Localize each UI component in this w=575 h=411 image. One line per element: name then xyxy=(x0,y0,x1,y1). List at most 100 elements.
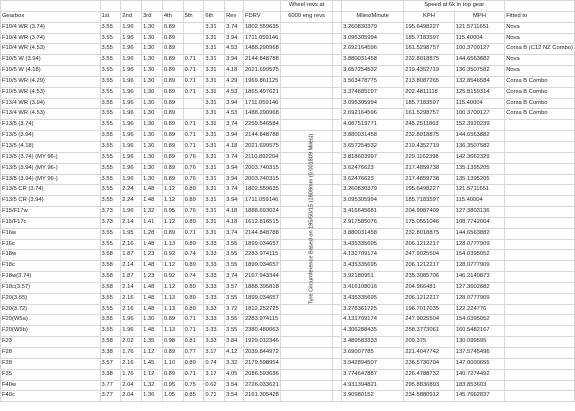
table-row: F13/4 WR (3.94) 3.55 1.96 1.30 0.89 3.31 3.94 1… xyxy=(0,97,575,110)
table-row: F10/4 WR (4.53) 3.55 1.96 1.30 0.89 3.31 4.53 1… xyxy=(0,43,575,56)
gap-cell xyxy=(332,292,343,305)
third-cell: 1.32 xyxy=(141,206,163,218)
table-row: F10/5 W (3.94) 3.55 1.96 1.30 0.89 0.71 3.31 3.… xyxy=(0,54,575,67)
third-cell: 1.30 xyxy=(141,130,163,142)
fourth-cell: 0.95 xyxy=(161,379,184,392)
kph-cell: 258.3773061 xyxy=(403,325,455,338)
sixth-cell: 3.17 xyxy=(203,368,226,381)
fifth-cell: 0.85 xyxy=(182,390,205,403)
fdrv-cell: 1899.034657 xyxy=(242,238,281,251)
mph-cell: 100.3700127 xyxy=(453,43,506,56)
fdrv-cell: 2726.033621 xyxy=(242,379,281,392)
sixth-cell: 3.31 xyxy=(203,173,226,186)
table-row: F20(W5b) 3.55 1.96 1.48 1.13 0.71 3.33 3.55 2380… xyxy=(0,325,575,338)
gearbox-cell: F10/4 WR (4.53) xyxy=(0,43,101,56)
miles-per-minute-cell: 3.818603997 xyxy=(341,151,405,164)
sixth-cell: 3.31 xyxy=(203,65,226,77)
fifth-cell: 0.76 xyxy=(182,173,205,186)
fourth-cell: 0.89 xyxy=(161,65,184,77)
fdrv-cell: 2161.305428 xyxy=(242,390,281,403)
mph-cell: 146.2149873 xyxy=(453,271,506,283)
mph-cell: 121.5711651 xyxy=(453,184,506,197)
kph-cell: 226.4788732 xyxy=(403,368,455,381)
wheel-revs-cell xyxy=(279,238,334,251)
gap-cell xyxy=(332,281,343,294)
gap-cell xyxy=(332,86,343,99)
wheel-revs-cell xyxy=(279,151,334,164)
sixth-cell: 3.31 xyxy=(203,206,226,218)
fitted-to-cell xyxy=(504,368,575,381)
kph-cell: 195.6498227 xyxy=(403,21,455,34)
wheel-revs-cell xyxy=(279,314,334,327)
gearbox-cell: F13/5 (4.18) xyxy=(0,140,101,153)
fourth-cell: 0.89 xyxy=(161,347,184,359)
table-row: F10/5 WR (4.53) 3.55 1.96 1.30 0.89 0.71 3.31 4… xyxy=(0,86,575,99)
kph-cell: 219.4352719 xyxy=(403,140,455,153)
fifth-cell xyxy=(182,97,205,110)
miles-per-minute-cell: 3.880031458 xyxy=(341,227,405,240)
fourth-cell: 1.13 xyxy=(161,303,184,316)
first-cell: 3.58 xyxy=(99,260,122,273)
kph-cell: 219.4352719 xyxy=(403,65,455,77)
gap-cell xyxy=(332,97,343,110)
fourth-cell: 0.89 xyxy=(161,162,184,175)
mph-cell: 100.3700127 xyxy=(453,108,506,121)
gearbox-cell: F28 xyxy=(0,357,101,370)
first-cell: 3.55 xyxy=(99,162,122,175)
gap-cell xyxy=(332,357,343,370)
wheel-revs-cell xyxy=(279,336,334,348)
fourth-cell: 1.10 xyxy=(161,357,184,370)
sixth-cell: 3.31 xyxy=(203,108,226,121)
sixth-cell: 3.31 xyxy=(203,86,226,99)
fdrv-cell: 1802.559635 xyxy=(242,21,281,34)
reverse-cell: 3.74 xyxy=(224,21,244,34)
miles-per-minute-cell: 3.657254532 xyxy=(341,140,405,153)
fdrv-cell: 1899.034657 xyxy=(242,260,281,273)
mph-cell: 128.0777909 xyxy=(453,292,506,305)
kph-cell: 295.8836893 xyxy=(403,379,455,392)
fitted-to-cell xyxy=(504,249,575,262)
fourth-cell: 1.12 xyxy=(161,184,184,197)
fdrv-cell: 1711.059146 xyxy=(242,32,281,45)
third-cell: 1.48 xyxy=(141,184,163,197)
third-cell: 1.48 xyxy=(141,292,163,305)
wheel-revs-cell xyxy=(279,32,334,45)
miles-per-minute-cell: 3.416108016 xyxy=(341,281,405,294)
sixth-cell: 0.71 xyxy=(203,390,226,403)
table-row: F13/5 (3.94) (MY 96-) 3.55 1.96 1.30 0.89 0.7… xyxy=(0,173,575,186)
fifth-gear-header: 5th xyxy=(182,10,205,23)
fourth-cell: 0.89 xyxy=(161,227,184,240)
table-row: F10/5 W (4.18) 3.55 1.96 1.30 0.89 0.71 3.31 4.… xyxy=(0,65,575,77)
mph-cell: 115.40004 xyxy=(453,97,506,110)
third-cell: 1.23 xyxy=(141,271,163,283)
first-cell: 3.55 xyxy=(99,97,122,110)
sixth-cell: 3.17 xyxy=(203,347,226,359)
kph-cell: 247.9025504 xyxy=(403,314,455,327)
first-cell: 3.55 xyxy=(99,314,122,327)
reverse-cell: 3.84 xyxy=(224,336,244,348)
kph-cell: 245.2511863 xyxy=(403,119,455,132)
fifth-cell: 0.76 xyxy=(182,151,205,164)
fitted-to-cell xyxy=(504,216,575,229)
second-cell: 1.96 xyxy=(120,75,143,88)
sixth-cell: 3.31 xyxy=(203,130,226,142)
gap-cell xyxy=(332,32,343,45)
table-row: F13/5 (3.74) (MY 96-) 3.55 1.96 1.30 0.89 0.7… xyxy=(0,151,575,164)
reverse-cell: 3.55 xyxy=(224,260,244,273)
mph-cell: 140.7274492 xyxy=(453,368,506,381)
kph-header: KPH xyxy=(403,10,455,23)
reverse-cell: 4.53 xyxy=(224,43,244,56)
miles-per-minute-cell: 3.880031458 xyxy=(341,130,405,142)
second-gear-header: 2nd xyxy=(120,10,143,23)
fitted-to-cell: Nova xyxy=(504,65,575,77)
reverse-cell: 4.18 xyxy=(224,206,244,218)
fdrv-cell: 2144.848788 xyxy=(242,130,281,142)
fdrv-cell: 2283.974115 xyxy=(242,249,281,262)
fifth-cell: 0.71 xyxy=(182,368,205,381)
fourth-cell: 0.89 xyxy=(161,368,184,381)
gap-cell xyxy=(332,216,343,229)
fifth-cell xyxy=(182,108,205,121)
fifth-cell: 0.76 xyxy=(182,162,205,175)
gap-cell xyxy=(332,271,343,283)
gearbox-cell: F18c(3.57) xyxy=(0,281,101,294)
